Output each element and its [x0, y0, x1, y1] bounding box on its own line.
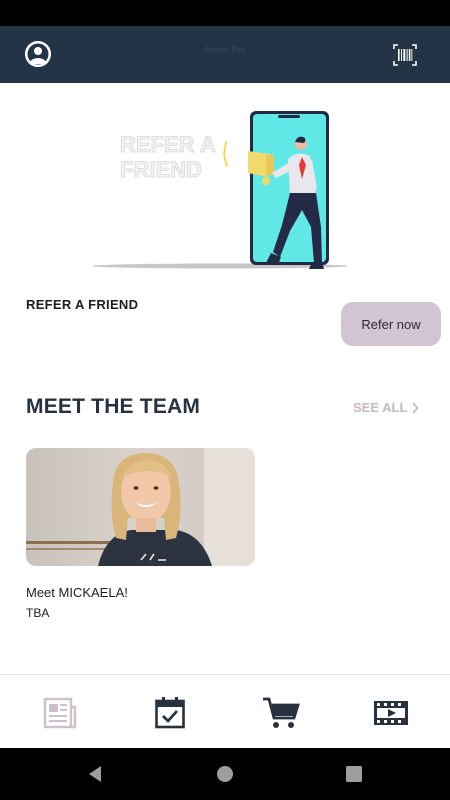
- calendar-check-icon: [155, 697, 185, 729]
- cart-icon: [263, 697, 300, 728]
- back-icon[interactable]: [85, 764, 105, 784]
- barcode-icon[interactable]: [393, 44, 417, 66]
- app-logo-text: Dream Bod: [205, 46, 245, 54]
- team-member-role: TBA: [26, 606, 50, 620]
- chevron-right-icon: [412, 401, 420, 414]
- refer-now-button[interactable]: Refer now: [341, 302, 441, 346]
- user-avatar-icon[interactable]: [25, 41, 51, 67]
- tab-shop[interactable]: [261, 693, 301, 733]
- meet-the-team-title: MEET THE TEAM: [26, 395, 201, 418]
- status-bar: [0, 0, 450, 26]
- newspaper-icon: [43, 697, 77, 729]
- see-all-label: SEE ALL: [353, 400, 408, 415]
- recents-icon[interactable]: [344, 764, 364, 784]
- team-member-name: Meet MICKAELA!: [26, 585, 128, 600]
- tab-news[interactable]: [40, 693, 80, 733]
- tab-videos[interactable]: [371, 693, 411, 733]
- illustration-text-line2: FRIEND: [120, 157, 202, 182]
- video-film-icon: [374, 701, 408, 725]
- bottom-tab-bar: [0, 674, 450, 748]
- app-header: Dream Bod: [0, 26, 450, 83]
- tab-schedule[interactable]: [150, 693, 190, 733]
- see-all-link[interactable]: SEE ALL: [353, 400, 420, 415]
- refer-friend-illustration: REFER A FRIEND: [90, 107, 360, 277]
- team-member-photo: [26, 448, 255, 566]
- refer-friend-label: REFER A FRIEND: [26, 297, 139, 312]
- android-navigation-bar: [0, 748, 450, 800]
- main-content: REFER A FRIEND REFER A FRIEND Refer now …: [0, 83, 450, 674]
- home-icon[interactable]: [215, 764, 235, 784]
- team-member-card[interactable]: [26, 448, 255, 566]
- illustration-text-line1: REFER A: [120, 132, 216, 157]
